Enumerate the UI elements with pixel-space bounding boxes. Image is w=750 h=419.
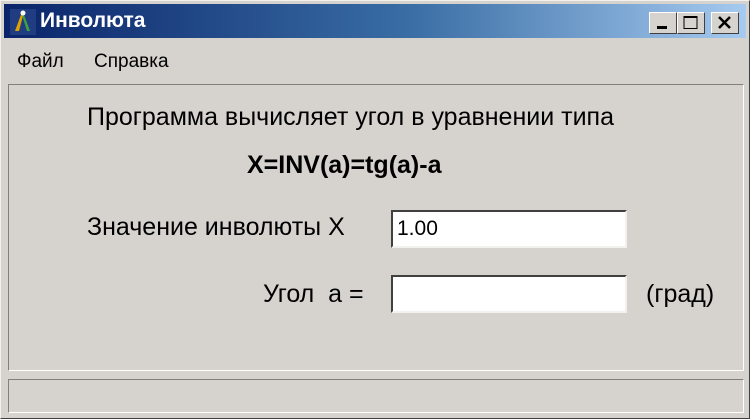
angle-unit-label: (град) (646, 280, 715, 308)
involute-input[interactable] (391, 210, 627, 248)
window-title: Инволюта (40, 9, 146, 32)
angle-label: Угол a = (263, 280, 364, 308)
close-icon (718, 16, 731, 29)
status-bar (8, 379, 744, 413)
close-button[interactable] (711, 12, 739, 34)
minimize-button[interactable] (649, 12, 677, 34)
formula-text: X=INV(a)=tg(a)-a (247, 151, 442, 179)
menu-bar: Файл Справка (4, 41, 746, 81)
angle-output[interactable] (391, 275, 627, 313)
main-panel: Программа вычисляет угол в уравнении тип… (8, 84, 744, 371)
involute-label: Значение инволюты X (87, 213, 345, 241)
title-bar[interactable]: Инволюта (4, 4, 746, 38)
menu-file[interactable]: Файл (17, 51, 64, 73)
menu-help[interactable]: Справка (94, 51, 169, 73)
app-window: Инволюта Файл Справка Программа вычисляе… (0, 0, 750, 419)
maximize-icon (683, 16, 698, 29)
compass-app-icon (10, 9, 36, 35)
minimize-icon (657, 26, 667, 29)
maximize-button[interactable] (677, 12, 705, 34)
description-text: Программа вычисляет угол в уравнении тип… (87, 103, 615, 131)
